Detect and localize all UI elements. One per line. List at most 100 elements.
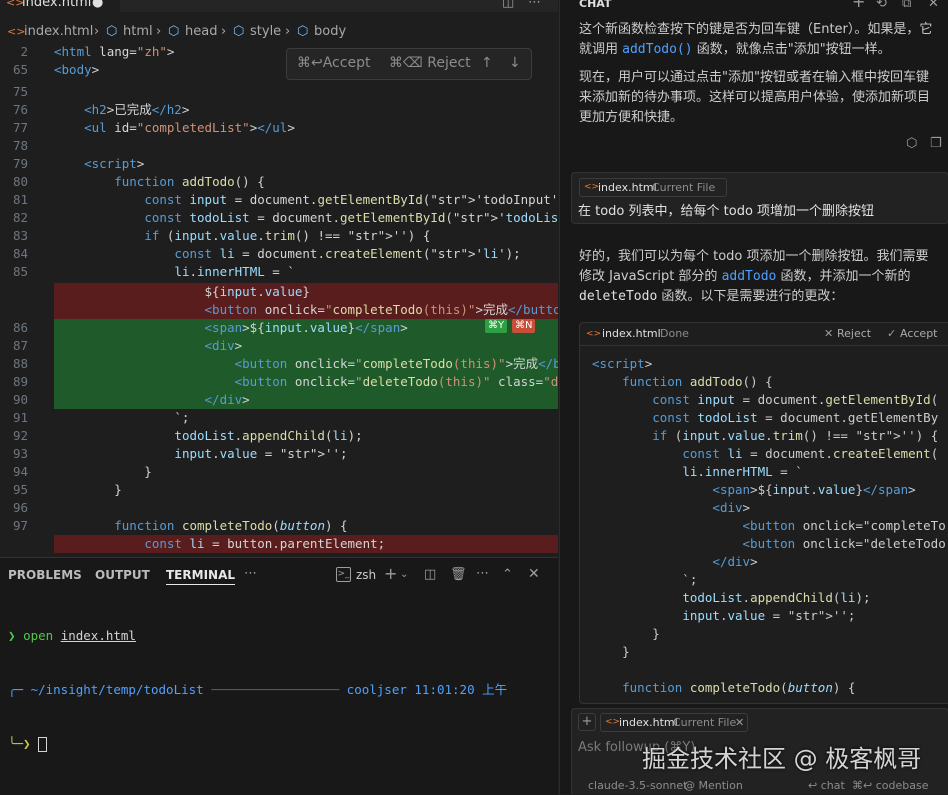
close-icon: ✕ bbox=[824, 327, 834, 340]
add-context-plus-icon[interactable]: + bbox=[578, 713, 596, 731]
breadcrumb-item-style[interactable]: style bbox=[250, 22, 281, 42]
added-code-line[interactable]: 88 <button onclick="completeTodo(this)">… bbox=[13, 355, 558, 373]
accept-button[interactable]: Accept bbox=[900, 323, 938, 345]
close-icon[interactable]: ✕ bbox=[735, 714, 744, 731]
code-line: <div> bbox=[712, 500, 751, 515]
code-line[interactable]: 77 <ul id="completedList"></ul> bbox=[0, 119, 558, 137]
inline-diff-toolbar: ⌘↩Accept ⌘⌫ Reject ↑ ↓ bbox=[286, 48, 532, 80]
split-terminal-icon[interactable]: ◫ bbox=[424, 567, 436, 583]
code-block-file[interactable]: index.html bbox=[602, 323, 661, 345]
breadcrumb-item-body[interactable]: body bbox=[314, 22, 346, 42]
breadcrumb-item-file[interactable]: index.html bbox=[24, 22, 93, 42]
line-number: 97 bbox=[12, 518, 28, 533]
code-line[interactable]: 80 function addTodo() { bbox=[0, 173, 558, 191]
more-icon[interactable]: ⋯ bbox=[476, 566, 489, 582]
code-line[interactable]: 93 input.value = "str">''; bbox=[0, 445, 558, 463]
terminal-output: ❯ open index.html ╭─ ~/insight/temp/todo… bbox=[8, 591, 507, 789]
tag-icon: ⬡ bbox=[106, 24, 118, 39]
chevron-right-icon: › bbox=[156, 24, 162, 39]
removed-code-line[interactable]: <button onclick="completeTodo(this)">完成<… bbox=[54, 301, 558, 319]
reject-change-pill[interactable]: ⌘N bbox=[512, 319, 536, 333]
code-line[interactable]: 84 const li = document.createElement("st… bbox=[0, 245, 558, 263]
code-line[interactable]: 94 } bbox=[0, 463, 558, 481]
line-number: 80 bbox=[12, 174, 28, 189]
code-line[interactable]: 97 function completeTodo(button) { bbox=[0, 517, 558, 535]
history-icon[interactable]: ⟲ bbox=[876, 0, 887, 12]
reject-button[interactable]: Reject bbox=[837, 323, 871, 345]
removed-code-line[interactable]: const li = button.parentElement; bbox=[54, 535, 558, 553]
codebase-submit-button[interactable]: ⌘↩ codebase bbox=[852, 779, 928, 792]
tab-problems[interactable]: PROBLEMS bbox=[8, 568, 82, 582]
code-line[interactable]: 76 <h2>已完成</h2> bbox=[0, 101, 558, 119]
code-line[interactable]: 81 const input = document.getElementById… bbox=[0, 191, 558, 209]
editor-tab-bar: <> index.html ● ◫ ⋯ bbox=[0, 0, 558, 12]
added-code-line[interactable]: 87 <div> bbox=[13, 337, 558, 355]
editor-tab[interactable]: <> index.html ● bbox=[0, 0, 120, 12]
added-code-line[interactable]: 86 <span>${input.value}</span> bbox=[13, 319, 558, 337]
unsaved-dot-icon[interactable]: ● bbox=[92, 0, 103, 12]
accept-all-button[interactable]: ⌘↩Accept bbox=[297, 55, 370, 71]
code-line: li.innerHTML = ` bbox=[682, 464, 803, 479]
code-line[interactable]: 75 bbox=[0, 83, 558, 101]
model-selector[interactable]: claude-3.5-sonnet bbox=[588, 779, 687, 792]
previous-change-arrow-icon[interactable]: ↑ bbox=[481, 55, 493, 71]
reject-all-button[interactable]: ⌘⌫ Reject bbox=[389, 55, 471, 71]
close-icon[interactable]: ✕ bbox=[928, 0, 939, 12]
code-line[interactable]: 91 `; bbox=[0, 409, 558, 427]
code-text: <button onclick="deleteTodo(this)" class… bbox=[234, 374, 558, 389]
close-icon[interactable]: ✕ bbox=[528, 566, 540, 582]
paragraph-text: 函数，并添加一个新的 bbox=[776, 269, 911, 284]
cube-icon[interactable]: ⬡ bbox=[906, 136, 917, 152]
tab-output[interactable]: OUTPUT bbox=[95, 568, 150, 582]
more-icon[interactable]: ⋯ bbox=[244, 566, 257, 582]
code-line[interactable]: 95 } bbox=[0, 481, 558, 499]
code-line[interactable]: 79 <script> bbox=[0, 155, 558, 173]
next-change-arrow-icon[interactable]: ↓ bbox=[509, 55, 521, 71]
file-context-chip[interactable]: <> index.html Current File ✕ bbox=[600, 713, 748, 732]
code-text: input.value = "str">''; bbox=[174, 446, 348, 461]
code-text: const li = document.createElement("str">… bbox=[174, 246, 521, 261]
copy-icon[interactable]: ❐ bbox=[930, 136, 942, 152]
breadcrumb-item-html[interactable]: html bbox=[123, 22, 153, 42]
file-context-chip[interactable]: <> index.html Current File bbox=[579, 178, 727, 197]
code-line[interactable]: 82 const todoList = document.getElementB… bbox=[0, 209, 558, 227]
code-line[interactable]: 83 if (input.value.trim() !== "str">'') … bbox=[0, 227, 558, 245]
added-code-line[interactable]: 90 </div> bbox=[13, 391, 558, 409]
chat-header: CHAT bbox=[579, 0, 612, 10]
accept-change-pill[interactable]: ⌘Y bbox=[485, 319, 508, 333]
code-line: const todoList = document.getElementBy bbox=[652, 410, 939, 425]
chat-input-box[interactable]: + <> index.html Current File ✕ Ask follo… bbox=[571, 708, 948, 794]
maximize-icon[interactable]: ⧉ bbox=[902, 0, 911, 12]
chevron-up-icon[interactable]: ⌃ bbox=[502, 567, 513, 583]
code-text: <span>${input.value}</span> bbox=[204, 320, 408, 335]
code-text: `; bbox=[54, 410, 190, 425]
command-word: open bbox=[23, 628, 54, 643]
code-line[interactable]: 92 todoList.appendChild(li); bbox=[0, 427, 558, 445]
trash-icon[interactable]: 🗑 bbox=[450, 567, 467, 583]
removed-code-line[interactable]: ${input.value} bbox=[54, 283, 558, 301]
shell-name[interactable]: zsh bbox=[356, 568, 376, 582]
code-line[interactable]: 96 bbox=[0, 499, 558, 517]
mention-button[interactable]: @ Mention bbox=[684, 779, 743, 792]
split-editor-icon[interactable]: ◫ bbox=[502, 0, 514, 11]
added-code-line[interactable]: 89 <button onclick="deleteTodo(this)" cl… bbox=[13, 373, 558, 391]
chevron-down-icon[interactable]: ⌄ bbox=[400, 567, 408, 583]
terminal-cursor[interactable] bbox=[38, 737, 48, 752]
tab-terminal[interactable]: TERMINAL bbox=[166, 568, 236, 585]
code-text: <html lang="zh"> bbox=[54, 44, 175, 59]
chevron-right-icon: › bbox=[94, 24, 100, 39]
line-number: 79 bbox=[12, 156, 28, 171]
code-line[interactable]: 85 li.innerHTML = ` bbox=[0, 263, 558, 281]
watermark: 掘金技术社区 @ 极客枫哥 bbox=[642, 745, 922, 773]
code-line: `; bbox=[592, 572, 698, 587]
more-actions-icon[interactable]: ⋯ bbox=[528, 0, 541, 11]
code-editor[interactable]: <> index.html ● ◫ ⋯ <> index.html › ⬡ ht… bbox=[0, 0, 558, 557]
user-message-text: 在 todo 列表中，给每个 todo 项增加一个删除按钮 bbox=[578, 204, 875, 219]
chat-submit-button[interactable]: ↩ chat bbox=[808, 779, 845, 792]
terminal-panel[interactable]: PROBLEMS OUTPUT TERMINAL ⋯ >_ zsh + ⌄ ◫ … bbox=[0, 557, 558, 795]
breadcrumb-item-head[interactable]: head bbox=[185, 22, 217, 42]
code-line[interactable]: 78 bbox=[0, 137, 558, 155]
new-terminal-plus-icon[interactable]: + bbox=[384, 566, 397, 582]
terminal-user-time: cooljser 11:01:20 上午 bbox=[346, 682, 508, 697]
new-chat-plus-icon[interactable]: + bbox=[852, 0, 865, 10]
